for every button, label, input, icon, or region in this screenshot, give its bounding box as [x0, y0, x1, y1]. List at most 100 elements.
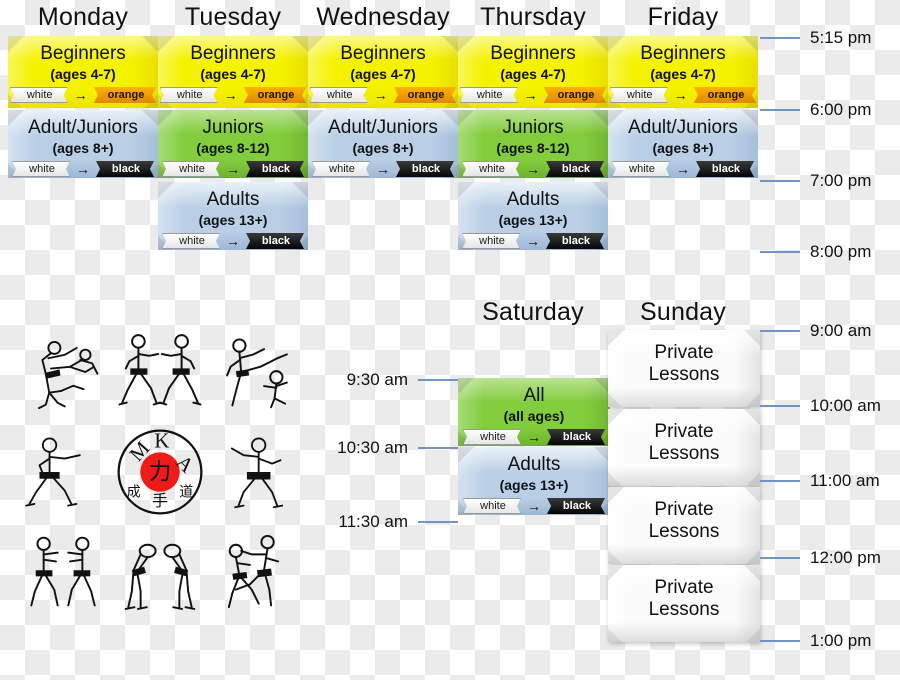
- class-title: Juniors: [502, 117, 564, 138]
- belt-badge-from: white: [462, 161, 520, 177]
- belt-progression: white → black: [158, 233, 308, 249]
- private-lesson-card[interactable]: Private Lessons: [608, 565, 760, 642]
- card-corner-br: [746, 628, 760, 642]
- belt-badge-to: black: [547, 498, 605, 514]
- svg-text:力: 力: [149, 460, 172, 486]
- time-label: 7:00 pm: [810, 171, 872, 190]
- horse-stance-icon: [209, 422, 306, 522]
- class-card[interactable]: Adult/Juniors (ages 8+) white → black: [308, 110, 458, 178]
- day-header-thursday: Thursday: [480, 3, 586, 31]
- time-marker: 10:30 am: [298, 439, 458, 457]
- class-card[interactable]: Adults (ages 13+) white → black: [458, 447, 610, 515]
- time-label: 12:00 pm: [810, 548, 881, 567]
- class-card[interactable]: Beginners (ages 4-7) white → orange: [308, 36, 458, 108]
- class-card[interactable]: All (all ages) white → black: [458, 378, 610, 446]
- belt-badge-from: white: [459, 87, 518, 103]
- belt-badge-to: black: [546, 233, 604, 249]
- class-card[interactable]: Adults (ages 13+) white → black: [158, 182, 308, 250]
- belt-badge-from: white: [463, 498, 521, 514]
- class-title: Adult/Juniors: [28, 117, 138, 138]
- card-corner-bl: [608, 628, 622, 642]
- class-title: Beginners: [490, 43, 576, 64]
- time-marker: 5:15 pm: [760, 29, 871, 47]
- class-title: Adults: [206, 189, 260, 210]
- private-lesson-line1: Private: [654, 421, 714, 442]
- belt-badge-to: orange: [93, 87, 157, 103]
- class-title: Adult/Juniors: [328, 117, 438, 138]
- private-lesson-card[interactable]: Private Lessons: [608, 409, 760, 486]
- belt-progression: white → black: [458, 233, 608, 249]
- time-label: 5:15 pm: [810, 28, 872, 47]
- class-card[interactable]: Adult/Juniors (ages 8+) white → black: [608, 110, 758, 178]
- throw-takedown-icon: [14, 322, 111, 422]
- time-tick-line: [760, 405, 800, 407]
- class-card[interactable]: Juniors (ages 8-12) white → black: [458, 110, 608, 178]
- day-header-saturday: Saturday: [482, 298, 584, 326]
- class-title: Beginners: [340, 43, 426, 64]
- class-age-range: (ages 4-7): [200, 66, 266, 82]
- high-kick-pair-icon: [209, 322, 306, 422]
- class-card[interactable]: Juniors (ages 8-12) white → black: [158, 110, 308, 178]
- class-title: Beginners: [190, 43, 276, 64]
- arrow-right-icon: →: [226, 233, 240, 249]
- time-label: 11:30 am: [338, 512, 408, 531]
- day-header-sunday: Sunday: [640, 298, 726, 326]
- time-tick-line: [418, 379, 458, 381]
- club-logo-icon: MKA力成手道: [111, 422, 208, 522]
- day-header-tuesday: Tuesday: [184, 3, 282, 31]
- class-age-range: (ages 4-7): [50, 66, 116, 82]
- arrow-right-icon: →: [527, 498, 541, 514]
- time-label: 8:00 pm: [810, 242, 872, 261]
- class-title: Adult/Juniors: [628, 117, 738, 138]
- class-title: Adults: [506, 189, 560, 210]
- class-card[interactable]: Beginners (ages 4-7) white → orange: [608, 36, 758, 108]
- belt-progression: white → black: [458, 429, 610, 445]
- day-header-friday: Friday: [647, 3, 719, 31]
- private-lesson-line2: Lessons: [648, 599, 720, 620]
- arrow-right-icon: →: [76, 161, 90, 177]
- belt-badge-to: orange: [693, 87, 757, 103]
- belt-badge-from: white: [463, 429, 521, 445]
- class-age-range: (ages 8+): [352, 140, 414, 156]
- class-card[interactable]: Beginners (ages 4-7) white → orange: [158, 36, 308, 108]
- time-label: 1:00 pm: [810, 631, 872, 650]
- private-lesson-card[interactable]: Private Lessons: [608, 487, 760, 564]
- class-card[interactable]: Beginners (ages 4-7) white → orange: [8, 36, 158, 108]
- belt-badge-from: white: [162, 233, 220, 249]
- time-tick-line: [760, 251, 800, 253]
- belt-badge-from: white: [609, 87, 668, 103]
- card-corner-bl: [608, 550, 622, 564]
- private-lesson-line2: Lessons: [648, 364, 720, 385]
- time-tick-line: [760, 480, 800, 482]
- belt-badge-from: white: [309, 87, 368, 103]
- time-label: 9:30 am: [346, 370, 408, 389]
- arrow-right-icon: →: [223, 87, 238, 103]
- class-age-range: (ages 4-7): [350, 66, 416, 82]
- card-corner-bl: [608, 472, 622, 486]
- time-label: 10:30 am: [337, 438, 408, 457]
- time-tick-line: [760, 109, 800, 111]
- card-corner-br: [746, 550, 760, 564]
- belt-badge-to: black: [547, 429, 605, 445]
- class-card[interactable]: Beginners (ages 4-7) white → orange: [458, 36, 608, 108]
- time-tick-line: [760, 180, 800, 182]
- private-lesson-line1: Private: [654, 342, 714, 363]
- class-title: All: [523, 385, 545, 406]
- private-lesson-line1: Private: [654, 577, 714, 598]
- time-label: 6:00 pm: [810, 100, 872, 119]
- svg-text:手: 手: [152, 491, 168, 510]
- karate-artwork-grid: MKA力成手道: [14, 322, 306, 622]
- belt-progression: white → orange: [608, 87, 758, 103]
- time-tick-line: [418, 447, 458, 449]
- class-card[interactable]: Adults (ages 13+) white → black: [458, 182, 608, 250]
- time-tick-line: [760, 557, 800, 559]
- belt-progression: white → black: [308, 161, 458, 177]
- belt-progression: white → black: [608, 161, 758, 177]
- private-lesson-card[interactable]: Private Lessons: [608, 330, 760, 407]
- class-card[interactable]: Adult/Juniors (ages 8+) white → black: [8, 110, 158, 178]
- time-marker: 9:30 am: [298, 371, 458, 389]
- grapple-pair-icon: [14, 522, 111, 622]
- class-age-range: (ages 4-7): [650, 66, 716, 82]
- private-lesson-line2: Lessons: [648, 521, 720, 542]
- belt-progression: white → orange: [308, 87, 458, 103]
